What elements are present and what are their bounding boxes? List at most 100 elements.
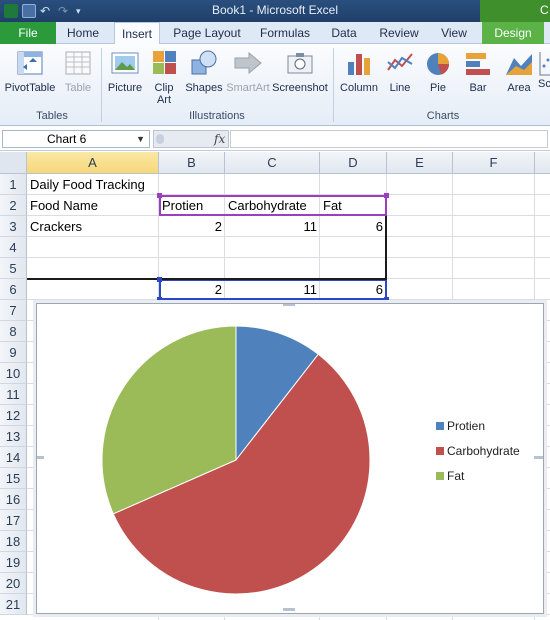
row-header-19[interactable]: 19 (0, 552, 27, 573)
values-range-highlight[interactable] (159, 279, 387, 300)
row-header-2[interactable]: 2 (0, 195, 27, 216)
tab-home[interactable]: Home (62, 22, 104, 44)
range-handle[interactable] (157, 277, 162, 282)
row-header-3[interactable]: 3 (0, 216, 27, 237)
legend-label-carbohydrate[interactable]: Carbohydrate (447, 444, 520, 458)
pivottable-icon (15, 48, 45, 78)
cell-A3[interactable]: Crackers (27, 216, 85, 237)
row-header-10[interactable]: 10 (0, 363, 27, 384)
formula-buttons: fx (153, 130, 229, 148)
column-header-C[interactable]: C (225, 152, 320, 174)
cell-A2[interactable]: Food Name (27, 195, 101, 216)
legend-swatch-protien (436, 422, 444, 430)
row-header-7[interactable]: 7 (0, 300, 27, 321)
row-header-16[interactable]: 16 (0, 489, 27, 510)
column-chart-button[interactable]: Column (338, 48, 380, 94)
pivottable-button[interactable]: PivotTable (4, 48, 56, 94)
table-button[interactable]: Table (60, 48, 96, 94)
chart-resize-handle[interactable] (283, 303, 295, 306)
range-handle[interactable] (384, 297, 389, 302)
category-range-highlight (27, 278, 387, 280)
screenshot-button[interactable]: Screenshot (272, 48, 328, 94)
range-handle[interactable] (157, 193, 162, 198)
smartart-button[interactable]: SmartArt (226, 48, 270, 94)
name-box-value: Chart 6 (47, 132, 87, 146)
cell-C3[interactable]: 11 (225, 216, 320, 237)
row-header-8[interactable]: 8 (0, 321, 27, 342)
title-bar: ↶ ↷ ▾ Book1 - Microsoft Excel C (0, 0, 550, 22)
row-header-15[interactable]: 15 (0, 468, 27, 489)
area-chart-icon (504, 48, 534, 78)
tab-page-layout[interactable]: Page Layout (172, 22, 242, 44)
group-separator (101, 48, 102, 122)
ribbon-tabs: File Home Insert Page Layout Formulas Da… (0, 22, 550, 45)
row-header-14[interactable]: 14 (0, 447, 27, 468)
tab-design[interactable]: Design (482, 22, 544, 44)
column-header-E[interactable]: E (387, 152, 453, 174)
row-header-11[interactable]: 11 (0, 384, 27, 405)
row-header-4[interactable]: 4 (0, 237, 27, 258)
chart-resize-handle[interactable] (32, 456, 44, 459)
smartart-icon (233, 48, 263, 78)
tab-data[interactable]: Data (328, 22, 360, 44)
formula-input[interactable] (230, 130, 548, 148)
legend-label-fat[interactable]: Fat (447, 469, 465, 483)
tab-formulas[interactable]: Formulas (256, 22, 314, 44)
name-box[interactable]: Chart 6 ▼ (2, 130, 150, 148)
clip-art-icon (149, 48, 179, 78)
tab-view[interactable]: View (436, 22, 472, 44)
line-chart-icon (385, 48, 415, 78)
legend-label-protien[interactable]: Protien (447, 419, 485, 433)
scatter-chart-button[interactable]: Sc (538, 48, 550, 90)
chart-tools-label: C (540, 3, 549, 17)
range-handle[interactable] (157, 297, 162, 302)
chart-resize-handle[interactable] (534, 456, 546, 459)
name-box-resize-handle[interactable] (156, 134, 164, 144)
shapes-button[interactable]: Shapes (184, 48, 224, 94)
pie-chart-button[interactable]: Pie (422, 48, 454, 94)
tab-file[interactable]: File (0, 22, 56, 44)
cell-A1[interactable]: Daily Food Tracking (27, 174, 148, 195)
column-header-A[interactable]: A (27, 152, 159, 174)
column-header-G[interactable]: G (535, 152, 550, 174)
row-header-5[interactable]: 5 (0, 258, 27, 279)
chart-canvas: Protien Carbohydrate Fat (32, 303, 546, 611)
column-chart-icon (344, 48, 374, 78)
insert-function-icon[interactable]: fx (214, 132, 225, 146)
scatter-chart-icon (538, 48, 550, 78)
table-icon (63, 48, 93, 78)
select-all-corner[interactable] (0, 152, 27, 174)
range-handle[interactable] (384, 193, 389, 198)
ribbon: PivotTable Table Tables Picture Clip Art… (0, 44, 550, 126)
column-header-B[interactable]: B (159, 152, 225, 174)
area-chart-button[interactable]: Area (502, 48, 536, 94)
series-name-range-highlight[interactable] (159, 195, 387, 216)
cell-B3[interactable]: 2 (159, 216, 225, 237)
cell-D3[interactable]: 6 (320, 216, 386, 237)
row-header-9[interactable]: 9 (0, 342, 27, 363)
chart-resize-handle[interactable] (283, 608, 295, 611)
row-header-21[interactable]: 21 (0, 594, 27, 615)
chevron-down-icon[interactable]: ▼ (136, 131, 145, 147)
picture-button[interactable]: Picture (106, 48, 144, 94)
category-range-edge (385, 216, 387, 279)
tab-insert[interactable]: Insert (114, 22, 160, 45)
line-chart-button[interactable]: Line (384, 48, 416, 94)
row-header-20[interactable]: 20 (0, 573, 27, 594)
column-header-F[interactable]: F (453, 152, 535, 174)
row-header-17[interactable]: 17 (0, 510, 27, 531)
bar-chart-button[interactable]: Bar (462, 48, 494, 94)
group-label-charts: Charts (426, 110, 460, 122)
clip-art-button[interactable]: Clip Art (148, 48, 180, 106)
chart-tools-context-header: C (480, 0, 550, 22)
group-label-illustrations: Illustrations (189, 110, 245, 122)
row-header-18[interactable]: 18 (0, 531, 27, 552)
row-header-12[interactable]: 12 (0, 405, 27, 426)
row-header-1[interactable]: 1 (0, 174, 27, 195)
row-header-13[interactable]: 13 (0, 426, 27, 447)
tab-review[interactable]: Review (376, 22, 422, 44)
pie-chart-icon (423, 48, 453, 78)
pie-chart[interactable]: Protien Carbohydrate Fat (32, 303, 546, 614)
column-header-D[interactable]: D (320, 152, 387, 174)
row-header-6[interactable]: 6 (0, 279, 27, 300)
